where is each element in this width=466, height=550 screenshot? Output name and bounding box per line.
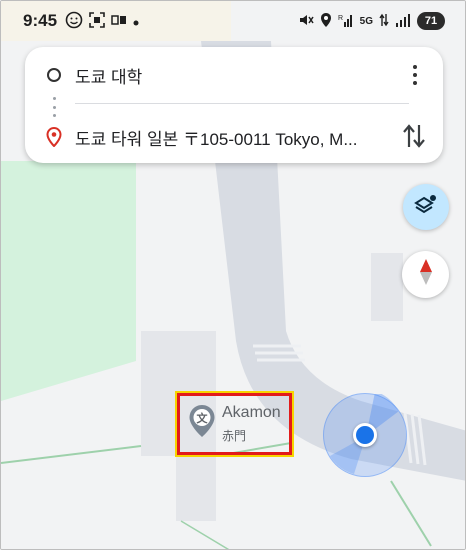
building (371, 253, 403, 321)
status-time: 9:45 (23, 11, 58, 30)
origin-row[interactable]: 도쿄 대학 (25, 55, 443, 95)
route-divider (75, 103, 409, 104)
park-area (1, 161, 136, 401)
status-bar: 9:45 R 5G 71 (1, 1, 465, 41)
svg-text:R: R (338, 15, 343, 22)
cast-icon (111, 14, 127, 28)
screenshot-icon (89, 12, 105, 30)
place-marker-akamon[interactable]: 文 Akamon 赤門 (175, 391, 294, 457)
layers-button[interactable] (403, 184, 449, 230)
current-location-dot (353, 423, 377, 447)
status-right-group: R 5G 71 (298, 12, 445, 31)
wifi-icon: R (338, 12, 354, 31)
battery-indicator: 71 (417, 12, 445, 30)
signal-icon (395, 13, 411, 30)
svg-text:文: 文 (197, 411, 209, 425)
dot-icon (133, 14, 139, 28)
destination-text[interactable]: 도쿄 타워 일본 〒105-0011 Tokyo, M... (75, 125, 385, 150)
place-name: Akamon (222, 404, 281, 421)
network-type-label: 5G (359, 15, 373, 27)
place-subtitle: 赤門 (222, 429, 247, 443)
swap-vertical-icon[interactable] (401, 121, 427, 151)
destination-row[interactable]: 도쿄 타워 일본 〒105-0011 Tokyo, M... (25, 117, 443, 157)
more-vert-icon[interactable] (403, 61, 427, 89)
origin-circle-icon (47, 68, 61, 82)
mute-icon (298, 12, 314, 31)
data-transfer-icon (379, 13, 389, 30)
route-dots-icon (53, 97, 56, 117)
route-card: 도쿄 대학 도쿄 타워 일본 〒105-0011 Tokyo, M... (25, 47, 443, 163)
compass-icon (418, 258, 434, 291)
origin-text[interactable]: 도쿄 대학 (75, 63, 375, 88)
destination-pin-icon (46, 126, 62, 148)
landmark-icon: 文 (188, 404, 216, 438)
screen: 9:45 R 5G 71 도쿄 대학 도쿄 타워 일본 〒105-0011 To… (0, 0, 466, 550)
layers-icon (413, 192, 439, 223)
location-icon (320, 12, 332, 31)
compass-button[interactable] (402, 251, 449, 298)
face-emoji-icon (65, 11, 83, 31)
